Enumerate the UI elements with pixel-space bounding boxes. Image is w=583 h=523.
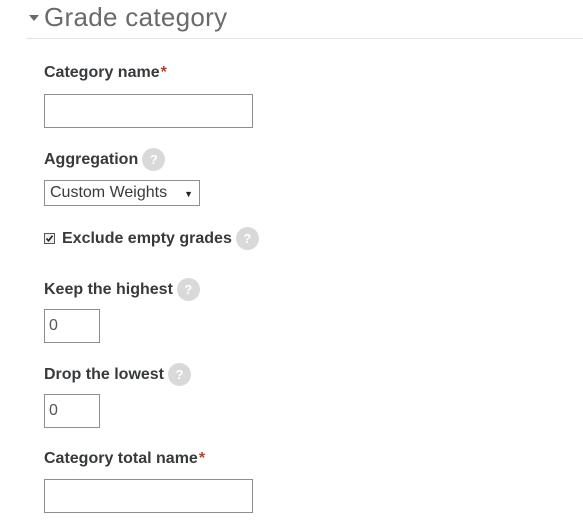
help-icon[interactable]: ? (176, 278, 200, 301)
drop-lowest-input[interactable] (44, 394, 100, 428)
exclude-empty-row: Exclude empty grades ? (44, 227, 259, 250)
section-header: Grade category (26, 2, 583, 39)
exclude-empty-checkbox[interactable] (44, 233, 55, 244)
section-title: Grade category (44, 2, 228, 32)
caret-down-icon[interactable] (28, 12, 40, 24)
required-mark: * (160, 64, 167, 81)
help-icon[interactable]: ? (168, 363, 192, 386)
drop-lowest-label: Drop the lowest ? (44, 363, 192, 386)
aggregation-selected-value: Custom Weights (50, 184, 168, 201)
category-total-name-label: Category total name * (44, 450, 206, 467)
category-name-label: Category name * (44, 64, 167, 81)
exclude-empty-label: Exclude empty grades (62, 229, 232, 247)
keep-highest-label: Keep the highest ? (44, 278, 200, 301)
keep-highest-input[interactable] (44, 309, 100, 343)
aggregation-select[interactable]: Custom Weights ▼ (44, 180, 200, 206)
grade-category-form: Grade category Category name * Aggregatio… (0, 0, 583, 523)
category-total-name-input[interactable] (44, 479, 253, 513)
help-icon[interactable]: ? (235, 227, 259, 250)
category-name-input[interactable] (44, 94, 253, 128)
dropdown-arrow-icon: ▼ (184, 189, 193, 199)
required-mark: * (198, 450, 206, 467)
aggregation-label: Aggregation ? (44, 148, 166, 171)
help-icon[interactable]: ? (142, 148, 166, 171)
